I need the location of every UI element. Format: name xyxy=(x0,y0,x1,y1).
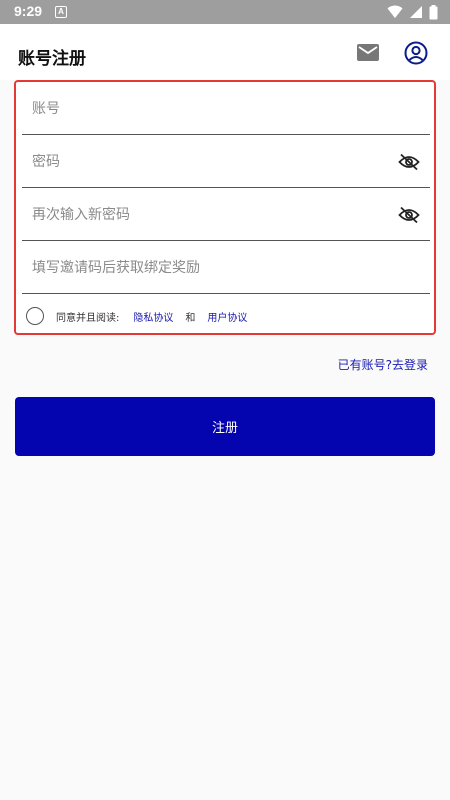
agree-and-text: 和 xyxy=(185,312,196,324)
register-button[interactable]: 注册 xyxy=(15,397,435,456)
registration-form: 同意并且阅读: 隐私协议 和 用户协议 xyxy=(14,80,436,335)
account-field xyxy=(22,82,430,135)
battery-icon xyxy=(429,4,438,19)
account-circle-icon xyxy=(404,41,428,65)
page-title: 账号注册 xyxy=(18,49,86,69)
notification-a-icon: A xyxy=(55,6,67,18)
invite-code-field xyxy=(22,241,430,294)
login-link[interactable]: 已有账号?去登录 xyxy=(338,356,428,373)
invite-code-input[interactable] xyxy=(32,253,392,283)
password-visibility-toggle[interactable] xyxy=(398,153,420,171)
account-input[interactable] xyxy=(32,94,392,124)
wifi-icon xyxy=(387,5,403,18)
app-header: 账号注册 xyxy=(0,24,450,80)
password-field xyxy=(22,135,430,188)
status-time: 9:29 xyxy=(14,3,43,19)
privacy-policy-link[interactable]: 隐私协议 xyxy=(133,309,173,324)
eye-off-icon xyxy=(398,153,420,171)
password-input[interactable] xyxy=(32,147,392,177)
user-agreement-link[interactable]: 用户协议 xyxy=(207,309,247,324)
confirm-password-input[interactable] xyxy=(32,200,392,230)
eye-off-icon xyxy=(398,206,420,224)
status-icons xyxy=(387,4,438,20)
mail-button[interactable] xyxy=(356,42,380,64)
mail-icon xyxy=(357,44,379,61)
agreement-row: 同意并且阅读: 隐私协议 和 用户协议 xyxy=(26,306,247,326)
agree-radio[interactable] xyxy=(26,307,44,325)
confirm-password-field xyxy=(22,188,430,241)
agree-label: 同意并且阅读: xyxy=(56,312,120,324)
signal-icon xyxy=(410,6,422,18)
account-button[interactable] xyxy=(404,41,428,65)
status-bar: 9:29 A xyxy=(0,0,450,24)
confirm-password-visibility-toggle[interactable] xyxy=(398,206,420,224)
